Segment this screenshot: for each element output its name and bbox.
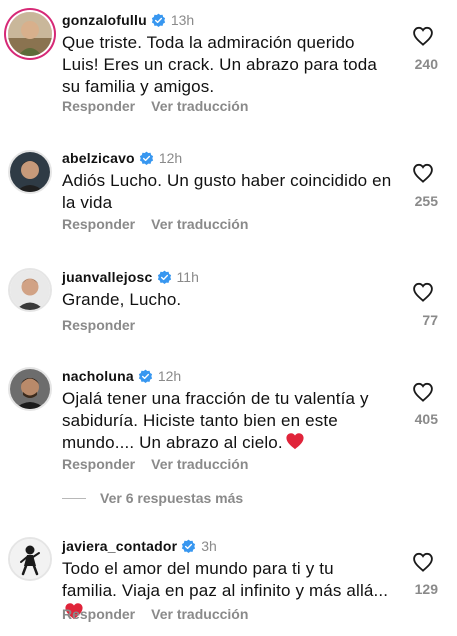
comment-item: abelzicavo 12h Adiós Lucho. Un gusto hab…: [0, 148, 457, 243]
comment-header: abelzicavo 12h: [62, 148, 182, 168]
translate-button[interactable]: Ver traducción: [151, 456, 248, 472]
avatar[interactable]: [8, 150, 52, 194]
translate-button[interactable]: Ver traducción: [151, 216, 248, 232]
avatar[interactable]: [8, 537, 52, 581]
verified-badge-icon: [138, 369, 152, 383]
comment-text: Adiós Lucho. Un gusto haber coincidido e…: [62, 171, 392, 212]
verified-badge-icon: [151, 13, 165, 27]
comment-item: javiera_contador 3h Todo el amor del mun…: [0, 536, 457, 631]
heart-outline-icon[interactable]: [412, 26, 434, 46]
view-more-replies[interactable]: Ver 6 respuestas más: [62, 489, 243, 507]
like-count[interactable]: 240: [388, 56, 438, 72]
timestamp: 13h: [170, 12, 195, 28]
comment-text-body: Todo el amor del mundo para ti y tu fami…: [62, 559, 389, 600]
comment-item: nacholuna 12h Ojalá tener una fracción d…: [0, 366, 457, 481]
verified-badge-icon: [182, 539, 196, 553]
heart-outline-icon[interactable]: [412, 382, 434, 402]
comment-text: Ojalá tener una fracción de tu valentía …: [62, 388, 392, 454]
reply-button[interactable]: Responder: [62, 98, 135, 114]
like-count[interactable]: 405: [388, 411, 438, 427]
heart-outline-icon[interactable]: [412, 282, 434, 302]
username[interactable]: abelzicavo: [62, 150, 135, 166]
comment-header: javiera_contador 3h: [62, 536, 217, 556]
comment-text: Que triste. Toda la admiración querido L…: [62, 33, 377, 96]
translate-button[interactable]: Ver traducción: [151, 98, 248, 114]
reply-button[interactable]: Responder: [62, 216, 135, 232]
comment-actions: Responder Ver traducción: [62, 98, 248, 114]
comment-item: gonzalofullu 13h Que triste. Toda la adm…: [0, 10, 457, 120]
comment-actions: Responder: [62, 317, 135, 333]
like-count[interactable]: 77: [388, 312, 438, 328]
reply-button[interactable]: Responder: [62, 456, 135, 472]
comment-item: juanvallejosc 11h Grande, Lucho. Respond…: [0, 267, 457, 337]
comment-header: nacholuna 12h: [62, 366, 181, 386]
comment-header: gonzalofullu 13h: [62, 10, 194, 30]
comment-actions: Responder Ver traducción: [62, 606, 248, 622]
timestamp: 3h: [201, 538, 217, 554]
reply-button[interactable]: Responder: [62, 606, 135, 622]
red-heart-emoji: [286, 433, 304, 450]
username[interactable]: nacholuna: [62, 368, 134, 384]
verified-badge-icon: [139, 151, 153, 165]
heart-outline-icon[interactable]: [412, 163, 434, 183]
replies-divider: [62, 497, 86, 499]
comment-actions: Responder Ver traducción: [62, 216, 248, 232]
comment-text: Grande, Lucho.: [62, 290, 182, 309]
username[interactable]: gonzalofullu: [62, 12, 147, 28]
comment-header: juanvallejosc 11h: [62, 267, 199, 287]
avatar[interactable]: [8, 12, 52, 56]
username[interactable]: juanvallejosc: [62, 269, 153, 285]
avatar[interactable]: [8, 268, 52, 312]
avatar[interactable]: [8, 367, 52, 411]
heart-outline-icon[interactable]: [412, 552, 434, 572]
timestamp: 12h: [157, 368, 182, 384]
reply-button[interactable]: Responder: [62, 317, 135, 333]
like-count[interactable]: 255: [388, 193, 438, 209]
verified-badge-icon: [157, 270, 171, 284]
view-more-replies-label[interactable]: Ver 6 respuestas más: [100, 490, 243, 506]
translate-button[interactable]: Ver traducción: [151, 606, 248, 622]
like-count[interactable]: 129: [388, 581, 438, 597]
comment-text-body: Ojalá tener una fracción de tu valentía …: [62, 389, 369, 452]
timestamp: 12h: [158, 150, 183, 166]
timestamp: 11h: [176, 269, 199, 285]
username[interactable]: javiera_contador: [62, 538, 177, 554]
comment-actions: Responder Ver traducción: [62, 456, 248, 472]
